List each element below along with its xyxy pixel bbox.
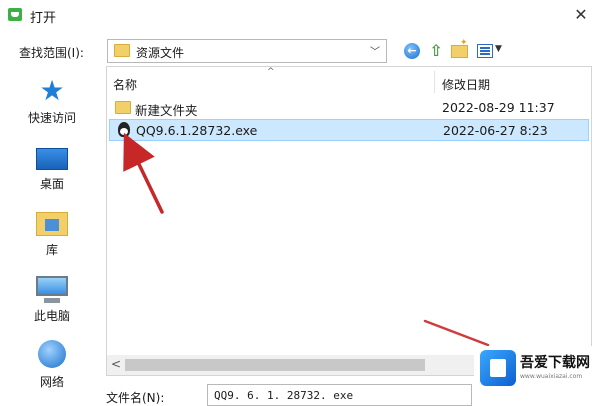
filename-label: 文件名(N): [106, 391, 165, 405]
folder-icon [114, 44, 130, 57]
watermark-subtitle: www.wuaixiazai.com [520, 373, 583, 380]
qq-penguin-icon [118, 122, 130, 137]
column-header-date[interactable]: 修改日期 [442, 76, 490, 93]
close-button[interactable]: ✕ [566, 0, 596, 30]
file-name: QQ9.6.1.28732.exe [136, 123, 258, 138]
desktop-icon [36, 148, 68, 170]
title-bar: 打开 ✕ [0, 0, 596, 30]
filename-value: QQ9. 6. 1. 28732. exe [214, 389, 354, 402]
location-combobox[interactable]: 资源文件 ﹀ [107, 39, 387, 63]
sidebar-item-network[interactable]: 网络 [12, 336, 92, 396]
library-icon [36, 212, 68, 236]
sidebar-item-label: 此电脑 [33, 309, 70, 323]
column-divider[interactable] [434, 71, 435, 93]
file-date: 2022-08-29 11:37 [442, 100, 555, 115]
folder-icon [115, 101, 131, 114]
list-item[interactable]: 新建文件夹 2022-08-29 11:37 [109, 97, 589, 119]
back-arrow-icon[interactable]: ← [404, 43, 420, 59]
sidebar-item-library[interactable]: 库 [12, 204, 92, 264]
site-watermark: 吾爱下载网 www.wuaixiazai.com [474, 346, 596, 390]
location-label: 查找范围(I): [19, 46, 84, 60]
file-date: 2022-06-27 8:23 [443, 123, 548, 138]
network-icon [38, 340, 66, 368]
file-list[interactable]: ^ 名称 修改日期 新建文件夹 2022-08-29 11:37 QQ9.6.1… [106, 66, 592, 376]
column-header-name[interactable]: 名称 [113, 76, 137, 93]
view-menu-icon[interactable] [477, 44, 493, 58]
new-folder-icon[interactable] [451, 38, 468, 58]
view-menu-dropdown-icon[interactable]: ▼ [495, 44, 502, 54]
sidebar-item-label: 桌面 [39, 177, 64, 191]
sidebar-item-label: 库 [45, 243, 58, 257]
sidebar-item-label: 快速访问 [27, 111, 76, 125]
watermark-title: 吾爱下载网 [520, 355, 590, 371]
window-title: 打开 [30, 11, 57, 26]
computer-icon [36, 276, 68, 303]
scrollbar-thumb[interactable] [125, 359, 425, 371]
list-item-selected[interactable]: QQ9.6.1.28732.exe 2022-06-27 8:23 [109, 119, 589, 141]
app-icon [8, 8, 22, 21]
star-icon: ★ [39, 74, 65, 107]
watermark-logo-icon [480, 350, 516, 386]
scroll-left-icon[interactable]: < [111, 357, 121, 371]
sort-ascending-icon: ^ [267, 67, 275, 77]
location-value: 资源文件 [136, 46, 185, 60]
sidebar-item-label: 网络 [39, 375, 64, 389]
sidebar-item-this-pc[interactable]: 此电脑 [12, 270, 92, 330]
sidebar-item-quick-access[interactable]: ★ 快速访问 [12, 72, 92, 132]
file-name: 新建文件夹 [135, 103, 198, 118]
filename-input[interactable]: QQ9. 6. 1. 28732. exe [207, 384, 472, 406]
up-folder-icon[interactable]: ⇧ [428, 42, 444, 60]
chevron-down-icon[interactable]: ﹀ [370, 43, 380, 58]
sidebar-item-desktop[interactable]: 桌面 [12, 138, 92, 198]
places-sidebar: ★ 快速访问 桌面 库 此电脑 网络 [0, 66, 104, 406]
